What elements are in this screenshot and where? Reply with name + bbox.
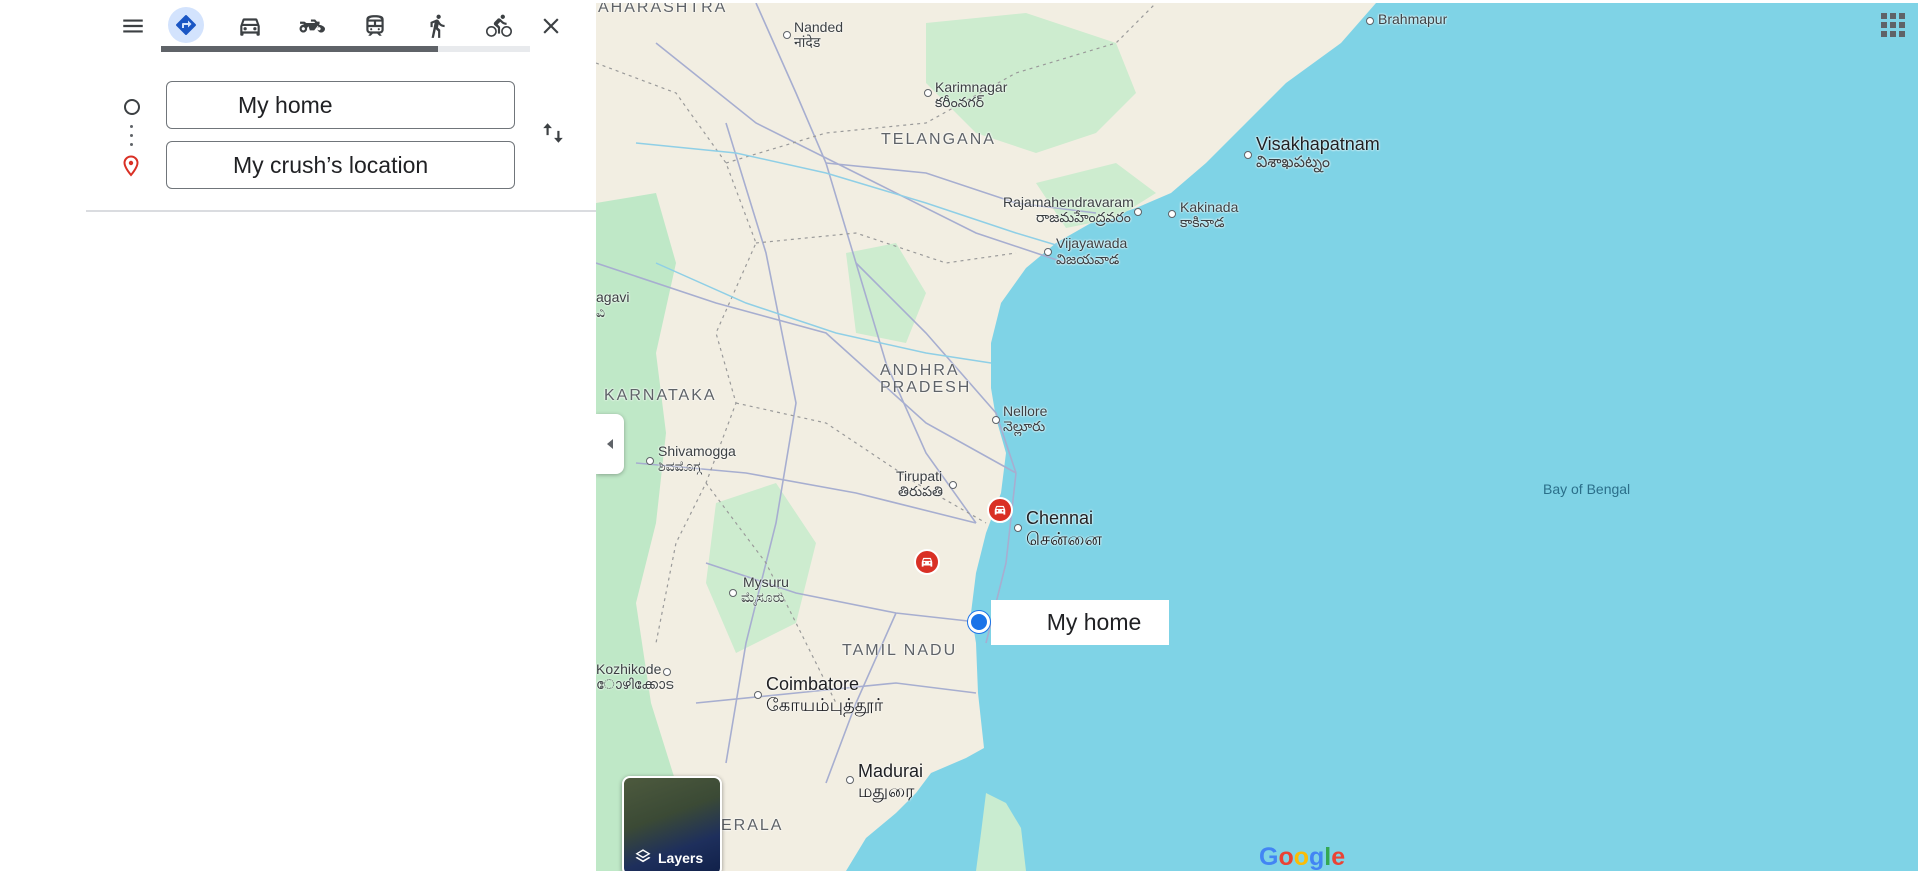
city-dot-karimnagar [924,89,932,97]
poi-marker-car[interactable] [987,497,1013,523]
bicycle-icon[interactable] [479,6,519,46]
menu-icon[interactable] [113,6,153,46]
google-logo: Google [1259,843,1346,871]
city-dot-rajamahendravaram [1134,208,1142,216]
city-dot-tirupati [949,481,957,489]
label-chennai: Chennai [1026,508,1094,528]
origin-circle-icon [124,99,140,115]
map-view[interactable]: AHARASHTRA Nanded नांदेड Brahmapur Karim… [596,3,1918,871]
label-kakinada: Kakinada [1180,199,1239,215]
city-dot-coimbatore [754,691,762,699]
label-pradesh: PRADESH [880,379,972,396]
walking-icon[interactable] [417,6,457,46]
label-chennai-local: சென்னை [1026,529,1102,549]
route-connector-dot [130,125,133,128]
label-madurai-local: மதுரை [858,781,915,801]
city-dot-kozhikode [663,668,671,676]
route-connector-dot [130,143,133,146]
city-dot-kakinada [1168,210,1176,218]
label-nanded-local: नांदेड [794,34,821,50]
label-kakinada-local: కాకినాడ [1180,214,1225,230]
collapse-panel-button[interactable] [596,414,624,474]
car-icon [921,557,933,567]
label-shivamogga: Shivamogga [658,443,736,459]
city-dot-brahmapur [1366,17,1374,25]
label-karimnagar: Karimnagar [935,79,1008,95]
loading-progress-bar [161,46,530,52]
route-connector-dot [130,134,133,137]
label-bay-of-bengal: Bay of Bengal [1543,481,1631,497]
label-nellore-local: నెల్లూరు [1003,418,1046,434]
sri-lanka-land [976,793,1026,871]
destination-input-value: My crush’s location [233,151,429,178]
label-andhra: ANDHRA [880,362,960,379]
label-mysuru: Mysuru [743,574,789,590]
label-kozhikode: Kozhikode [596,661,662,677]
label-karimnagar-local: కరీంనగర్ [935,94,984,110]
city-dot-nanded [783,31,791,39]
label-visakhapatnam: Visakhapatnam [1256,134,1380,154]
label-belagavi-local: ವಿ [596,304,606,320]
directions-panel: My home My crush’s location [0,0,596,871]
loading-progress-fill [161,46,438,52]
swap-icon[interactable] [536,116,570,150]
poi-marker-car[interactable] [914,549,940,575]
label-nellore: Nellore [1003,403,1048,419]
label-mysuru-local: ಮೈಸೂರು [741,589,785,605]
city-dot-shivamogga [646,457,654,465]
label-tirupati-local: తిరుపతి [898,483,943,499]
label-tirupati: Tirupati [896,468,943,484]
car-icon[interactable] [230,6,270,46]
origin-input[interactable]: My home [166,81,515,129]
home-location-marker[interactable] [968,611,990,633]
city-dot-mysuru [729,589,737,597]
panel-divider [86,210,596,212]
apps-grid-icon[interactable] [1881,13,1905,37]
origin-input-value: My home [238,91,333,118]
city-dot-visakhapatnam [1244,151,1252,159]
label-shivamogga-local: ಶಿವಮೊಗ್ಗ [658,458,702,474]
label-brahmapur: Brahmapur [1378,11,1448,27]
label-madurai: Madurai [858,761,924,781]
label-maharashtra: AHARASHTRA [598,3,728,16]
layers-button[interactable]: Layers [622,776,722,871]
caret-left-icon [607,439,613,449]
city-dot-nellore [992,416,1000,424]
label-telangana: TELANGANA [881,131,996,148]
label-rajamahendravaram-local: రాజమహేంద్రవరం [1036,209,1131,225]
label-coimbatore: Coimbatore [766,674,860,694]
label-rajamahendravaram: Rajamahendravaram [1003,194,1134,210]
label-visakhapatnam-local: విశాఖపట్నం [1256,154,1331,171]
layers-icon [635,849,651,863]
label-karnataka: KARNATAKA [604,387,717,404]
label-coimbatore-local: கோயம்புத்தூர் [766,695,884,715]
label-kerala: ERALA [721,817,784,834]
car-icon [994,505,1006,515]
train-icon[interactable] [355,6,395,46]
destination-pin-icon [123,155,139,177]
label-vijayawada: Vijayawada [1056,235,1128,251]
home-marker-label: My home [991,600,1169,645]
city-dot-vijayawada [1044,248,1052,256]
directions-icon[interactable] [168,7,204,43]
close-icon[interactable] [531,6,571,46]
label-vijayawada-local: విజయవాడ [1056,251,1120,267]
destination-input[interactable]: My crush’s location [166,141,515,189]
label-nanded: Nanded [794,19,844,35]
label-belagavi: agavi [596,289,630,305]
city-dot-madurai [846,776,854,784]
label-tamil-nadu: TAMIL NADU [842,642,958,659]
motorcycle-icon[interactable] [292,6,332,46]
layers-label: Layers [658,850,704,866]
city-dot-chennai [1014,524,1022,532]
label-kozhikode-local: ോഴിക്കോട [596,676,674,692]
